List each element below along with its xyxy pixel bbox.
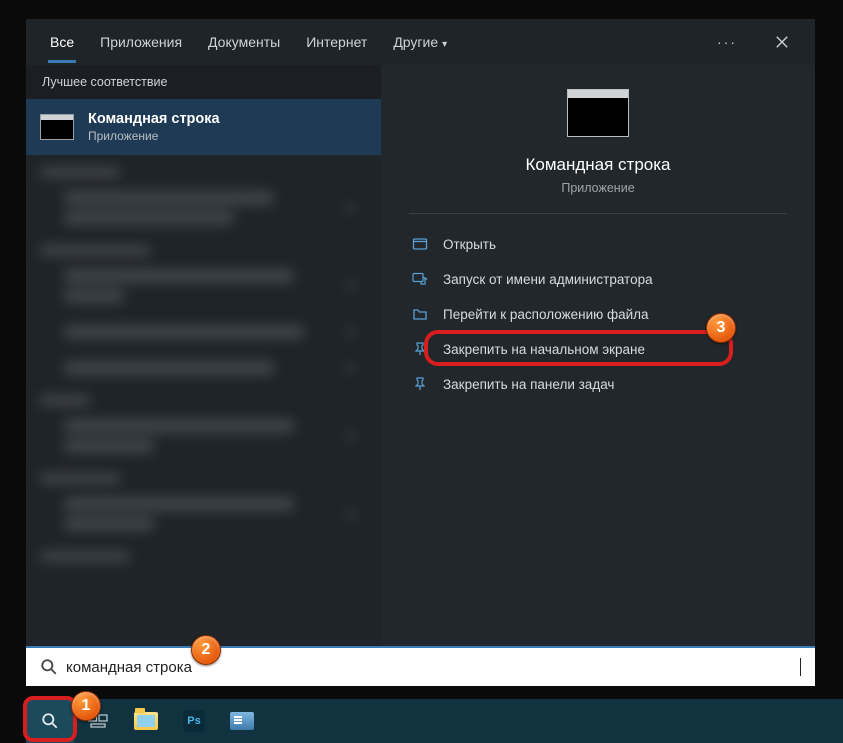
preview-sub: Приложение — [561, 181, 634, 195]
tabs-bar: Все Приложения Документы Интернет Другие… — [26, 19, 815, 65]
photoshop-icon: Ps — [183, 710, 205, 732]
action-pin-taskbar[interactable]: Закрепить на панели задач — [409, 368, 787, 400]
search-icon — [40, 658, 58, 676]
open-icon — [411, 235, 429, 253]
shield-run-icon — [411, 270, 429, 288]
actions-list: Открыть Запуск от имени администратора П… — [409, 228, 787, 400]
search-bar[interactable] — [26, 646, 815, 686]
close-icon — [775, 35, 789, 49]
taskbar: Ps — [0, 699, 843, 743]
taskbar-app-button[interactable] — [218, 699, 266, 743]
taskbar-photoshop-button[interactable]: Ps — [170, 699, 218, 743]
action-open-location[interactable]: Перейти к расположению файла — [409, 298, 787, 330]
taskbar-task-view-button[interactable] — [74, 699, 122, 743]
action-pin-start[interactable]: Закрепить на начальном экране — [409, 333, 787, 365]
tab-apps[interactable]: Приложения — [98, 22, 184, 62]
search-icon — [41, 712, 59, 730]
pin-taskbar-icon — [411, 375, 429, 393]
cmd-icon — [40, 114, 74, 140]
action-label: Закрепить на начальном экране — [443, 342, 645, 357]
action-open[interactable]: Открыть — [409, 228, 787, 260]
tab-docs[interactable]: Документы — [206, 22, 282, 62]
action-label: Закрепить на панели задач — [443, 377, 614, 392]
best-match-sub: Приложение — [88, 129, 220, 143]
task-view-icon — [88, 713, 108, 729]
tab-web[interactable]: Интернет — [304, 22, 369, 62]
tab-all[interactable]: Все — [48, 22, 76, 62]
action-label: Открыть — [443, 237, 496, 252]
best-match-title: Командная строка — [88, 111, 220, 127]
taskbar-search-button[interactable] — [26, 699, 74, 743]
text-caret — [800, 658, 801, 676]
preview-column: Командная строка Приложение Открыть — [381, 65, 815, 646]
best-match-header: Лучшее соответствие — [26, 65, 381, 99]
results-column: Лучшее соответствие Командная строка При… — [26, 65, 381, 646]
action-run-admin[interactable]: Запуск от имени администратора — [409, 263, 787, 295]
folder-location-icon — [411, 305, 429, 323]
action-label: Запуск от имени администратора — [443, 272, 653, 287]
more-options-button[interactable]: ··· — [709, 28, 745, 56]
preview-cmd-icon — [567, 89, 629, 137]
blurred-results: › › › › › › — [26, 155, 381, 646]
app-window-icon — [230, 712, 254, 730]
preview-title: Командная строка — [525, 155, 670, 175]
close-button[interactable] — [767, 27, 797, 57]
tab-more[interactable]: Другие▾ — [391, 22, 449, 62]
chevron-down-icon: ▾ — [442, 39, 447, 50]
best-match-item[interactable]: Командная строка Приложение — [26, 99, 381, 155]
preview-header: Командная строка Приложение — [409, 85, 787, 214]
search-input[interactable] — [66, 659, 804, 676]
action-label: Перейти к расположению файла — [443, 307, 649, 322]
taskbar-explorer-button[interactable] — [122, 699, 170, 743]
pin-start-icon — [411, 340, 429, 358]
file-explorer-icon — [134, 712, 158, 730]
search-panel: Все Приложения Документы Интернет Другие… — [26, 19, 815, 646]
